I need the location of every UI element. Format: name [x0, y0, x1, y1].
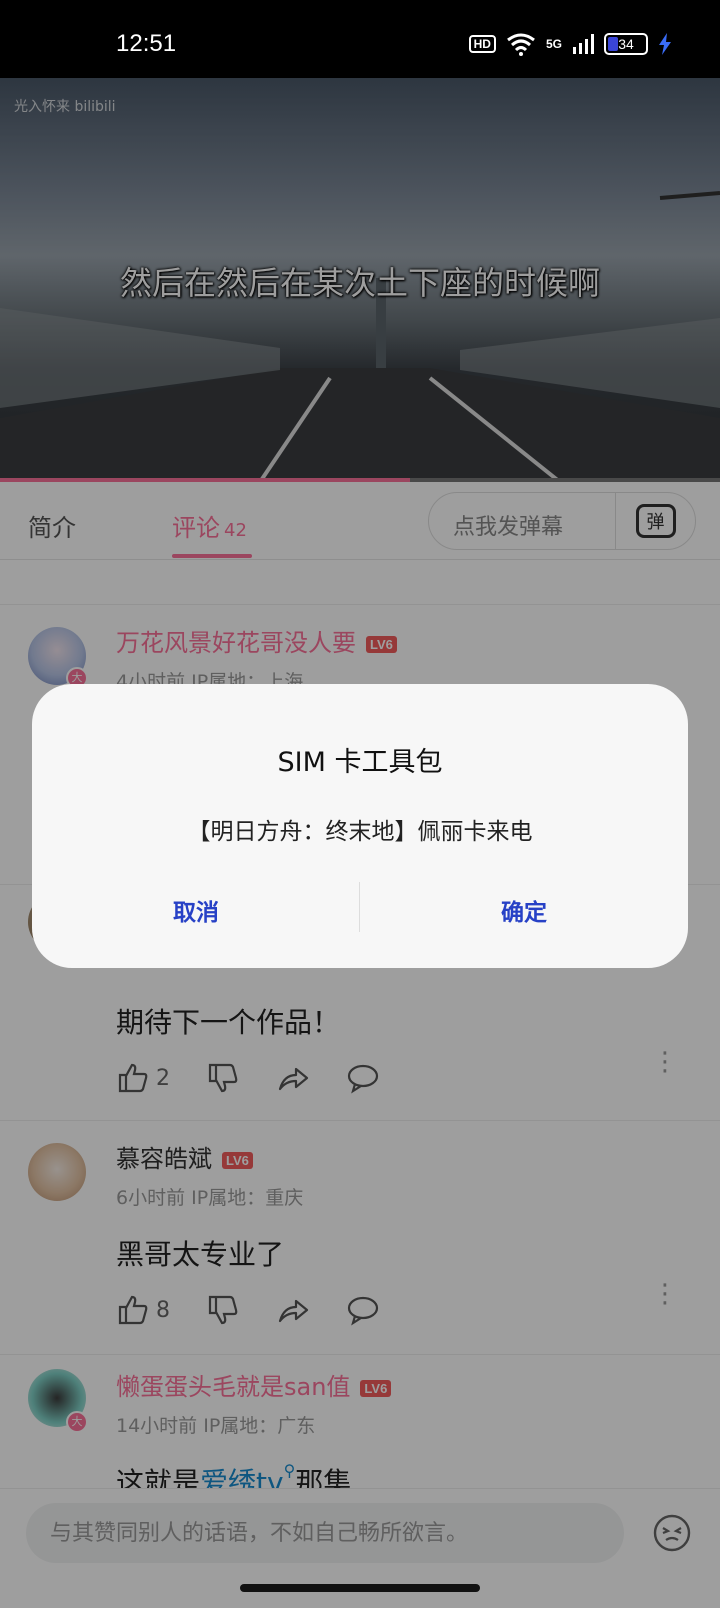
cancel-button[interactable]: 取消 — [32, 880, 360, 940]
signal-icon — [573, 34, 594, 54]
network-type: 5G — [545, 37, 562, 51]
dialog-title: SIM 卡工具包 — [277, 747, 443, 778]
battery-icon: 34 — [604, 33, 648, 55]
wifi-icon — [507, 33, 535, 56]
dialog-message: 【明日方舟：终末地】佩丽卡来电 — [187, 819, 533, 845]
status-bar: 12:51 HD 5G 34 — [0, 0, 720, 78]
confirm-button[interactable]: 确定 — [360, 880, 688, 940]
sim-toolkit-dialog: SIM 卡工具包 【明日方舟：终末地】佩丽卡来电 取消 确定 — [32, 684, 688, 968]
home-indicator[interactable] — [240, 1584, 480, 1592]
status-time: 12:51 — [116, 30, 177, 57]
battery-level — [608, 37, 618, 51]
battery-percent: 34 — [618, 36, 634, 52]
charging-icon — [659, 33, 671, 55]
hd-icon: HD — [468, 35, 496, 53]
status-icons: HD 5G 34 — [468, 32, 672, 56]
